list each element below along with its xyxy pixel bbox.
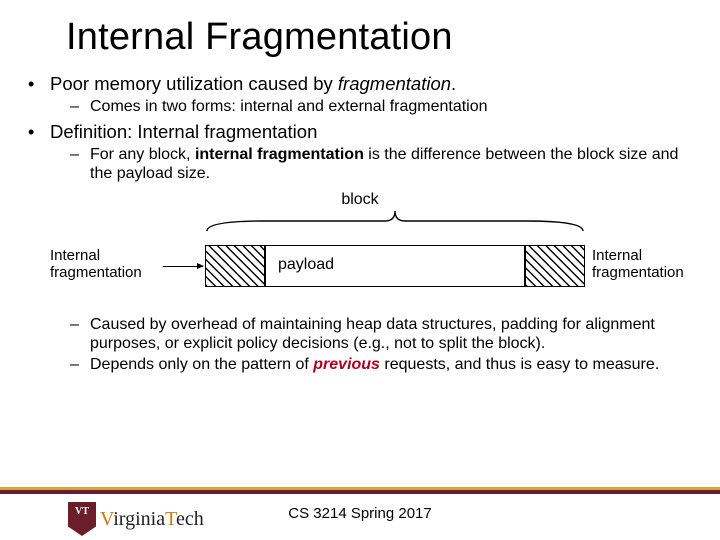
text: For any block, (90, 146, 195, 163)
bullet-2-sub-2: Caused by overhead of maintaining heap d… (90, 315, 692, 353)
bullet-list: • Poor memory utilization caused by frag… (28, 73, 692, 183)
footer-rule (0, 490, 720, 494)
bullet-1: Poor memory utilization caused by fragme… (50, 73, 692, 95)
dash-icon: – (70, 315, 90, 335)
text: Poor memory utilization caused by (50, 73, 338, 94)
frag-left-box (205, 245, 265, 287)
text: Depends only on the pattern of (90, 356, 313, 373)
text-highlight: previous (313, 356, 380, 373)
payload-label: payload (275, 255, 337, 275)
text-emph: fragmentation (338, 73, 451, 94)
text: requests, and thus is easy to measure. (380, 356, 659, 373)
block-label: block (341, 191, 378, 209)
dash-icon: – (70, 97, 90, 117)
frag-right-box (525, 245, 585, 287)
bullet-2-sub-3: Depends only on the pattern of previous … (90, 355, 692, 374)
bullet-list-2: – Caused by overhead of maintaining heap… (28, 315, 692, 375)
dash-icon: – (70, 355, 90, 375)
bullet-1-sub-1: Comes in two forms: internal and externa… (90, 97, 692, 116)
arrow-icon (163, 266, 203, 267)
shield-icon (68, 502, 96, 536)
bullet-2-sub-1: For any block, internal fragmentation is… (90, 145, 692, 183)
course-footer: CS 3214 Spring 2017 (288, 505, 431, 522)
dash-icon: – (70, 145, 90, 165)
brace-icon (205, 209, 585, 233)
bullet-dot-icon: • (28, 121, 50, 143)
text-bold: internal fragmentation (195, 146, 364, 163)
bullet-dot-icon: • (28, 73, 50, 95)
slide-title: Internal Fragmentation (66, 16, 692, 59)
bullet-2: Definition: Internal fragmentation (50, 121, 692, 143)
vt-logo: VVirginiairginiaTech (68, 502, 204, 536)
text: . (451, 73, 456, 94)
vt-wordmark: VVirginiairginiaTech (100, 508, 204, 531)
block-diagram: block Internal fragmentation payload Int… (50, 191, 670, 311)
frag-left-label: Internal fragmentation (50, 247, 160, 281)
frag-right-label: Internal fragmentation (592, 247, 702, 281)
